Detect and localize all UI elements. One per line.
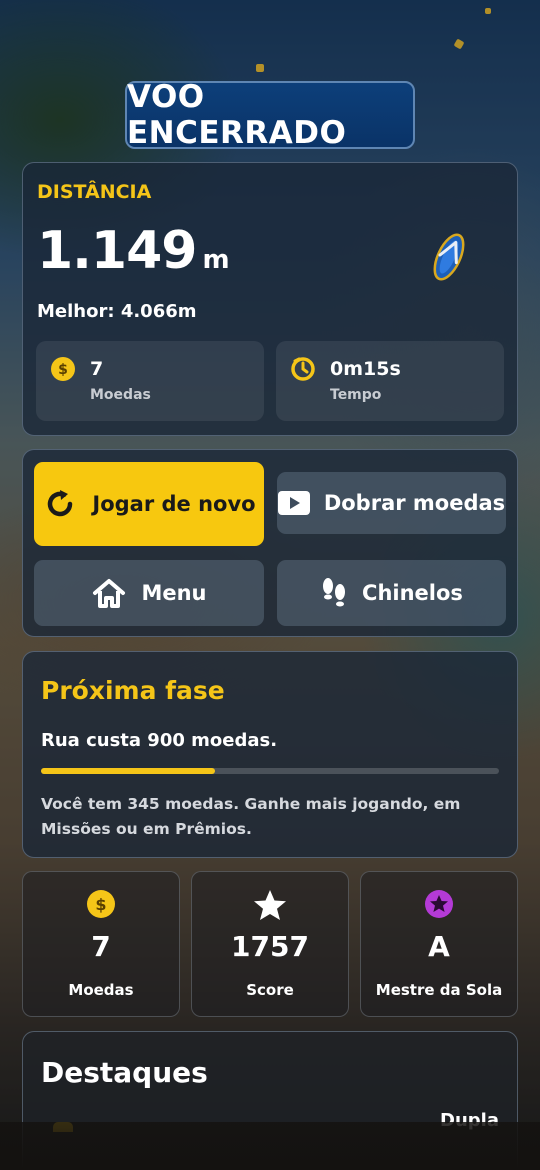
play-again-label: Jogar de novo <box>92 492 256 516</box>
flight-stats-card: DISTÂNCIA 1.149 m Melhor: 4.066m $ 7 Moed… <box>22 162 518 436</box>
next-phase-note: Você tem 345 moedas. Ganhe mais jogando,… <box>41 795 461 838</box>
play-again-button[interactable]: Jogar de novo <box>34 462 264 546</box>
time-value: 0m15s <box>330 358 401 380</box>
flipflops-button[interactable]: Chinelos <box>277 560 506 626</box>
svg-text:$: $ <box>58 362 68 378</box>
summary-label: Mestre da Sola <box>375 981 503 999</box>
next-phase-cost: Rua custa 900 moedas. <box>41 730 278 751</box>
distance-number: 1.149 <box>37 221 197 281</box>
coins-stat: $ 7 Moedas <box>36 341 264 421</box>
timer-icon <box>290 356 316 386</box>
time-label: Tempo <box>330 387 382 403</box>
next-phase-title: Próxima fase <box>41 676 225 705</box>
star-icon <box>192 889 348 921</box>
home-icon <box>91 577 127 609</box>
time-stat: 0m15s Tempo <box>276 341 504 421</box>
rank-star-icon <box>361 889 517 919</box>
coins-label: Moedas <box>90 387 151 403</box>
confetti-piece <box>485 8 491 14</box>
highlights-title: Destaques <box>41 1056 208 1089</box>
menu-label: Menu <box>141 581 207 605</box>
menu-button[interactable]: Menu <box>34 560 264 626</box>
summary-score-tile: 1757 Score <box>191 871 349 1017</box>
summary-label: Score <box>246 981 294 999</box>
video-play-icon <box>277 491 310 515</box>
replay-icon <box>42 486 78 522</box>
svg-text:$: $ <box>95 895 106 914</box>
progress-fill <box>41 768 216 774</box>
flipflop-icon <box>429 229 469 289</box>
next-phase-progress-bar <box>41 768 499 774</box>
next-phase-card: Próxima fase Rua custa 900 moedas. Você … <box>22 651 518 858</box>
distance-label: DISTÂNCIA <box>37 181 152 203</box>
bottom-fade <box>0 1122 540 1170</box>
coin-icon: $ <box>50 356 76 386</box>
distance-value: 1.149 m <box>37 221 230 281</box>
flipflops-label: Chinelos <box>362 581 463 605</box>
actions-card: Jogar de novo Dobrar moedas Menu Chinelo… <box>22 449 518 637</box>
summary-rank-tile: A Mestre da Sola <box>360 871 518 1017</box>
screen-title: VOO ENCERRADO <box>125 79 415 151</box>
summary-value: A <box>428 930 450 963</box>
summary-label: Moedas <box>68 981 134 999</box>
confetti-piece <box>256 64 264 72</box>
coin-icon: $ <box>23 889 179 919</box>
summary-value: 7 <box>91 930 111 963</box>
distance-unit: m <box>202 245 229 275</box>
summary-value: 1757 <box>231 930 309 963</box>
summary-coins-tile: $ 7 Moedas <box>22 871 180 1017</box>
best-distance: Melhor: 4.066m <box>37 301 197 322</box>
double-coins-label: Dobrar moedas <box>323 491 506 515</box>
footprints-icon <box>320 577 348 609</box>
double-coins-button[interactable]: Dobrar moedas <box>277 472 506 534</box>
coins-value: 7 <box>90 358 104 380</box>
